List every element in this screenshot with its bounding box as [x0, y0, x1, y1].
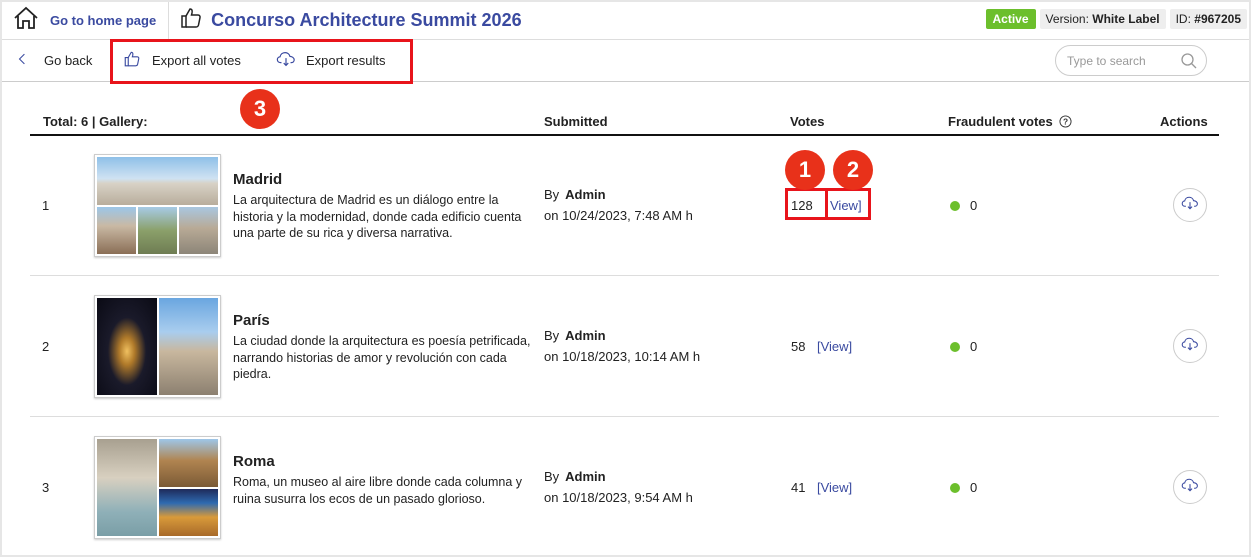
- annotation-box-export: [110, 39, 413, 84]
- fraudulent-count: 0: [950, 198, 977, 213]
- annotation-box-view: [825, 188, 871, 220]
- entry-thumbnail[interactable]: [94, 154, 221, 257]
- author-name: Admin: [565, 328, 606, 343]
- table-row: 1 Madrid La arquitectura de Madrid es un…: [30, 135, 1219, 276]
- annotation-marker-1: 1: [785, 150, 825, 190]
- fraudulent-count: 0: [950, 480, 977, 495]
- status-dot: [950, 341, 960, 352]
- search-input[interactable]: [1067, 53, 1179, 68]
- home-link[interactable]: Go to home page: [2, 1, 170, 40]
- version-value: White Label: [1092, 12, 1160, 26]
- row-index: 3: [42, 480, 50, 495]
- submitted-date: on 10/24/2023, 7:48 AM h: [544, 208, 693, 223]
- table-row: 3 Roma Roma, un museo al aire libre dond…: [30, 417, 1219, 557]
- status-dot: [950, 200, 960, 211]
- entry-title: Madrid: [233, 171, 283, 188]
- home-link-label: Go to home page: [50, 13, 157, 28]
- cloud-download-icon: [1181, 195, 1199, 216]
- download-button[interactable]: [1173, 329, 1207, 363]
- annotation-marker-2: 2: [833, 150, 873, 190]
- vote-count: 41: [791, 480, 806, 495]
- download-button[interactable]: [1173, 470, 1207, 504]
- vote-count: 58: [791, 339, 806, 354]
- by-label: By: [544, 187, 560, 202]
- cloud-download-icon: [1181, 336, 1199, 357]
- column-fraudulent: Fraudulent votes ?: [948, 114, 1072, 129]
- go-back-button[interactable]: Go back: [16, 41, 92, 79]
- entry-title: París: [233, 312, 270, 329]
- entry-thumbnail[interactable]: [94, 436, 221, 539]
- view-votes-link[interactable]: [View]: [817, 339, 852, 354]
- entry-description: La arquitectura de Madrid es un diálogo …: [233, 193, 522, 240]
- id-value: #967205: [1194, 12, 1241, 26]
- entry-description: Roma, un museo al aire libre donde cada …: [233, 475, 523, 506]
- page-title: Concurso Architecture Summit 2026: [211, 10, 522, 30]
- by-label: By: [544, 328, 560, 343]
- author-name: Admin: [565, 469, 606, 484]
- thumbs-up-icon: [179, 6, 203, 35]
- column-fraudulent-label: Fraudulent votes: [948, 114, 1053, 129]
- fraudulent-value: 0: [970, 480, 978, 495]
- entry-title: Roma: [233, 453, 275, 470]
- fraudulent-value: 0: [970, 198, 978, 213]
- cloud-download-icon: [1181, 477, 1199, 498]
- author-name: Admin: [565, 187, 606, 202]
- column-submitted: Submitted: [544, 114, 608, 129]
- submitted-date: on 10/18/2023, 9:54 AM h: [544, 490, 693, 505]
- view-votes-link[interactable]: [View]: [817, 480, 852, 495]
- column-votes: Votes: [790, 114, 825, 129]
- home-icon: [12, 5, 40, 36]
- table-row: 2 París La ciudad donde la arquitectura …: [30, 276, 1219, 417]
- by-label: By: [544, 469, 560, 484]
- id-label: ID:: [1175, 12, 1191, 26]
- chevron-left-icon: [16, 50, 44, 71]
- header: Go to home page Concurso Architecture Su…: [2, 1, 1249, 40]
- status-dot: [950, 482, 960, 493]
- version-label: Version:: [1045, 12, 1089, 26]
- entry-thumbnail[interactable]: [94, 295, 221, 398]
- row-index: 2: [42, 339, 50, 354]
- submitted-date: on 10/18/2023, 10:14 AM h: [544, 349, 701, 364]
- submitted-by: By Admin: [544, 469, 606, 484]
- download-button[interactable]: [1173, 188, 1207, 222]
- submitted-by: By Admin: [544, 187, 606, 202]
- column-actions: Actions: [1160, 114, 1208, 129]
- fraudulent-count: 0: [950, 339, 977, 354]
- table-header: Total: 6 | Gallery: Submitted Votes Frau…: [30, 112, 1219, 136]
- id-badge: ID: #967205: [1169, 9, 1247, 29]
- row-index: 1: [42, 198, 50, 213]
- entry-description: La ciudad donde la arquitectura es poesí…: [233, 334, 531, 381]
- fraudulent-value: 0: [970, 339, 978, 354]
- total-label: Total: 6 | Gallery:: [43, 114, 148, 129]
- annotation-box-votes: [785, 188, 828, 220]
- help-icon[interactable]: ?: [1059, 115, 1072, 128]
- version-badge: Version: White Label: [1039, 9, 1166, 29]
- status-badge: Active: [985, 9, 1036, 29]
- search-box[interactable]: [1055, 45, 1207, 76]
- go-back-label: Go back: [44, 52, 93, 68]
- submitted-by: By Admin: [544, 328, 606, 343]
- svg-text:?: ?: [1063, 116, 1068, 126]
